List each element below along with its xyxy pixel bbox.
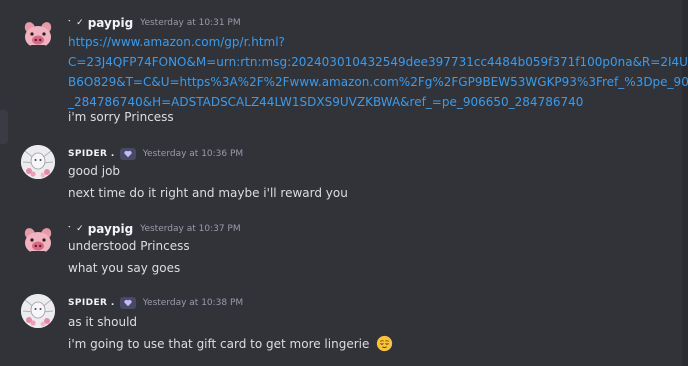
link-text-line[interactable]: https://www.amazon.com/gp/r.html? bbox=[68, 32, 680, 52]
link-text-line[interactable]: C=23J4QFP74FONO&M=urn:rtn:msg:2024030104… bbox=[68, 52, 688, 72]
spider-avatar-icon[interactable] bbox=[21, 145, 55, 179]
pig-avatar-icon[interactable] bbox=[21, 224, 55, 258]
message-text: next time do it right and maybe i'll rew… bbox=[68, 186, 348, 200]
pig-avatar-icon bbox=[24, 22, 52, 51]
author-name[interactable]: SPIDER . bbox=[68, 298, 115, 308]
message-group: SPIDER . Yesterday at 10:38 PM as it sho… bbox=[0, 294, 680, 358]
spider-avatar-icon bbox=[21, 145, 55, 179]
author-decoration: ˑ ✓ bbox=[68, 224, 85, 234]
link-text-line[interactable]: B6O829&T=C&U=https%3A%2F%2Fwww.amazon.co… bbox=[68, 72, 688, 92]
author-decoration: ˑ ✓ bbox=[68, 18, 85, 28]
spider-avatar-icon[interactable] bbox=[21, 294, 55, 328]
message-header: ˑ ✓ paypig Yesterday at 10:31 PM bbox=[68, 14, 241, 32]
message-text: as it should bbox=[68, 315, 138, 329]
pig-avatar-icon[interactable] bbox=[21, 18, 55, 52]
message-group: SPIDER . Yesterday at 10:36 PM good job … bbox=[0, 145, 680, 207]
message-text: good job bbox=[68, 164, 121, 178]
spider-avatar-icon bbox=[21, 294, 55, 328]
relieved-face-emoji[interactable] bbox=[376, 335, 393, 358]
relieved-face-emoji bbox=[377, 335, 393, 352]
author-name[interactable]: paypig bbox=[88, 16, 133, 30]
message-text: understood Princess bbox=[68, 239, 190, 253]
author-name[interactable]: SPIDER . bbox=[68, 149, 115, 159]
heart-role-icon bbox=[124, 150, 132, 158]
heart-role-icon[interactable] bbox=[119, 297, 136, 309]
heart-role-icon[interactable] bbox=[119, 148, 136, 160]
amazon-link[interactable]: https://www.amazon.com/gp/r.html? C=23J4… bbox=[68, 32, 688, 112]
chat-message-list: ˑ ✓ paypig Yesterday at 10:31 PM https:/… bbox=[0, 0, 688, 366]
message-timestamp[interactable]: Yesterday at 10:36 PM bbox=[143, 149, 243, 159]
heart-role-icon bbox=[124, 299, 132, 307]
message-text: what you say goes bbox=[68, 261, 181, 275]
message-timestamp[interactable]: Yesterday at 10:37 PM bbox=[140, 224, 240, 234]
message-timestamp[interactable]: Yesterday at 10:38 PM bbox=[143, 298, 243, 308]
message-group: ˑ ✓ paypig Yesterday at 10:31 PM https:/… bbox=[0, 14, 688, 128]
message-text: i'm going to use that gift card to get m… bbox=[68, 337, 370, 351]
message-text: i'm sorry Princess bbox=[68, 110, 174, 124]
message-group: ˑ ✓ paypig Yesterday at 10:37 PM underst… bbox=[0, 220, 680, 282]
author-name[interactable]: paypig bbox=[88, 222, 133, 236]
message-timestamp[interactable]: Yesterday at 10:31 PM bbox=[140, 18, 240, 28]
pig-avatar-icon bbox=[24, 228, 52, 257]
message-text-with-emoji: i'm going to use that gift card to get m… bbox=[68, 334, 393, 358]
message-header: SPIDER . Yesterday at 10:38 PM bbox=[68, 294, 243, 312]
